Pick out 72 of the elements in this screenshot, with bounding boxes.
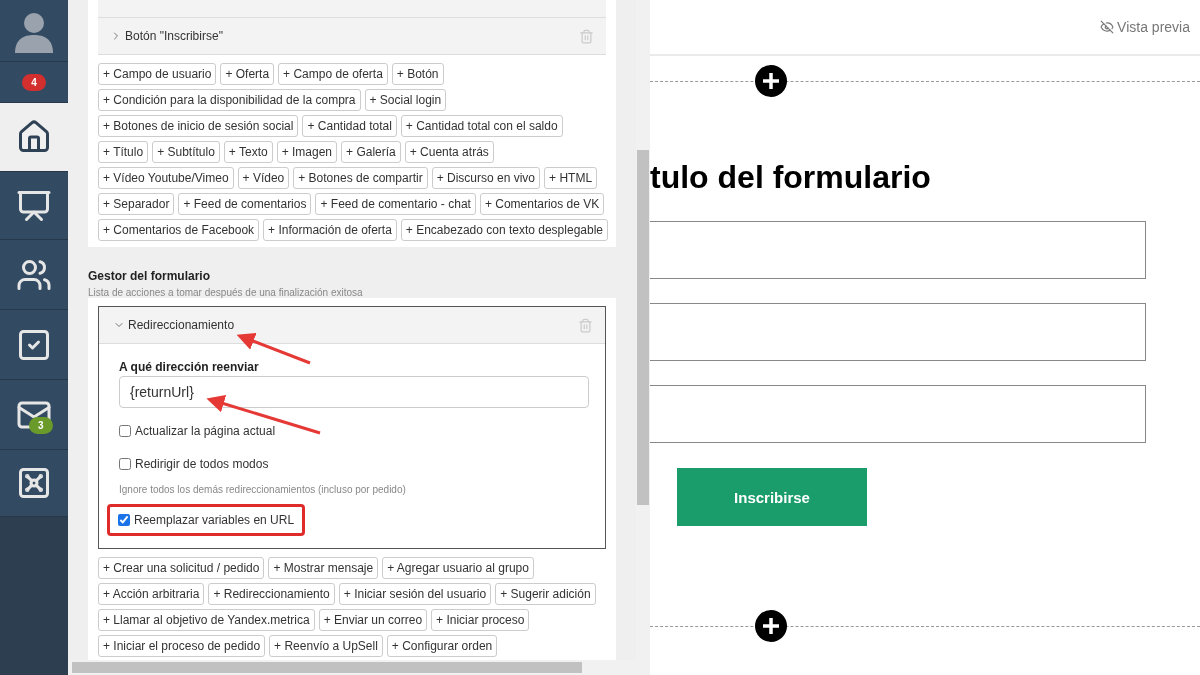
- add-item-button[interactable]: + Botones de compartir: [293, 167, 428, 189]
- add-item-button[interactable]: + Botones de inicio de sesión social: [98, 115, 299, 137]
- add-item-button[interactable]: + Enviar un correo: [318, 609, 428, 631]
- sidebar-item[interactable]: [0, 103, 68, 172]
- hint-text: Ignore todos los demás redireccionamientos (incluso por pedido): [119, 484, 407, 495]
- add-block-icon[interactable]: [755, 65, 787, 97]
- add-item-button[interactable]: + Social login: [364, 89, 447, 111]
- sidebar-item[interactable]: [0, 240, 68, 310]
- action-header[interactable]: Redireccionamiento: [99, 307, 605, 344]
- add-item-button[interactable]: + Mostrar mensaje: [268, 557, 379, 579]
- add-item-button[interactable]: + Llamar al objetivo de Yandex.metrica: [98, 609, 315, 631]
- add-item-button[interactable]: + Cuenta atrás: [404, 141, 494, 163]
- add-item-button[interactable]: + Agregar usuario al grupo: [382, 557, 534, 579]
- field-label: A qué dirección reenviar: [119, 360, 260, 374]
- preview-link[interactable]: Vista previa: [1100, 19, 1190, 35]
- add-item-button[interactable]: + HTML: [544, 167, 598, 189]
- add-item-button[interactable]: + Condición para la disponibilidad de la compra: [98, 89, 361, 111]
- home-icon: [16, 119, 52, 155]
- add-item-button[interactable]: + Iniciar proceso: [431, 609, 530, 631]
- add-item-button[interactable]: + Título: [98, 141, 149, 163]
- form-title: tulo del formulario: [650, 159, 932, 196]
- checkbox[interactable]: [119, 458, 131, 470]
- add-item-button[interactable]: + Discurso en vivo: [431, 167, 541, 189]
- add-item-button[interactable]: + Iniciar sesión del usuario: [338, 583, 492, 605]
- form-input-field[interactable]: [650, 303, 1146, 361]
- add-item-button[interactable]: + Redireccionamiento: [208, 583, 335, 605]
- add-item-button[interactable]: + Información de oferta: [263, 219, 397, 241]
- add-item-button[interactable]: + Cantidad total con el saldo: [400, 115, 563, 137]
- add-item-button[interactable]: + Vídeo Youtube/Vimeo: [98, 167, 234, 189]
- form-input-field[interactable]: [650, 221, 1146, 279]
- add-item-button[interactable]: + Feed de comentario - chat: [315, 193, 476, 215]
- add-block-icon[interactable]: [755, 610, 787, 642]
- add-item-button[interactable]: + Vídeo: [237, 167, 290, 189]
- add-item-button[interactable]: + Comentarios de VK: [479, 193, 605, 215]
- checkbox[interactable]: [119, 425, 131, 437]
- add-item-button[interactable]: + Iniciar el proceso de pedido: [98, 635, 266, 657]
- highlighted-checkbox-option[interactable]: Reemplazar variables en URL: [107, 504, 306, 536]
- sidebar-item[interactable]: [0, 450, 68, 517]
- url-field[interactable]: {returnUrl}: [119, 376, 589, 408]
- add-item-button[interactable]: + Campo de usuario: [98, 63, 217, 85]
- add-item-button[interactable]: + Acción arbitraria: [98, 583, 205, 605]
- field-row[interactable]: Botón "Inscribirse": [98, 18, 606, 55]
- notification-row[interactable]: 4: [0, 62, 68, 103]
- add-item-button[interactable]: + Comentarios de Facebook: [98, 219, 260, 241]
- action-label: Redireccionamiento: [128, 318, 236, 332]
- add-item-button[interactable]: + Subtítulo: [152, 141, 220, 163]
- add-item-button[interactable]: + Imagen: [276, 141, 338, 163]
- sidebar-item[interactable]: [0, 172, 68, 240]
- section-title: Gestor del formulario: [88, 269, 212, 283]
- count-badge: 4: [22, 73, 46, 91]
- count-badge: 3: [29, 417, 53, 434]
- checkbox-label: Reemplazar variables en URL: [134, 513, 295, 527]
- checkbox[interactable]: [118, 514, 130, 526]
- form-input-field[interactable]: [650, 385, 1146, 443]
- add-item-button[interactable]: + Feed de comentarios: [178, 193, 312, 215]
- add-item-button[interactable]: + Reenvío a UpSell: [269, 635, 383, 657]
- add-item-button[interactable]: + Campo de oferta: [278, 63, 388, 85]
- add-item-button[interactable]: + Cantidad total: [302, 115, 397, 137]
- field-label: Botón "Inscribirse": [125, 29, 224, 43]
- add-item-button[interactable]: + Oferta: [220, 63, 275, 85]
- add-item-button[interactable]: + Galería: [341, 141, 401, 163]
- add-item-button[interactable]: + Texto: [223, 141, 273, 163]
- section-subtitle: Lista de acciones a tomar después de una finalización exitosa: [88, 287, 364, 298]
- eye-slash-icon: [1100, 20, 1115, 34]
- add-item-button[interactable]: + Encabezado con texto desplegable: [400, 219, 608, 241]
- sidebar-item[interactable]: [0, 310, 68, 380]
- add-item-button[interactable]: + Separador: [98, 193, 175, 215]
- add-item-button[interactable]: + Sugerir adición: [495, 583, 596, 605]
- add-item-button[interactable]: + Botón: [391, 63, 444, 85]
- add-item-button[interactable]: + Crear una solicitud / pedido: [98, 557, 265, 579]
- add-item-button[interactable]: + Configurar orden: [386, 635, 498, 657]
- safe-icon: [16, 465, 52, 501]
